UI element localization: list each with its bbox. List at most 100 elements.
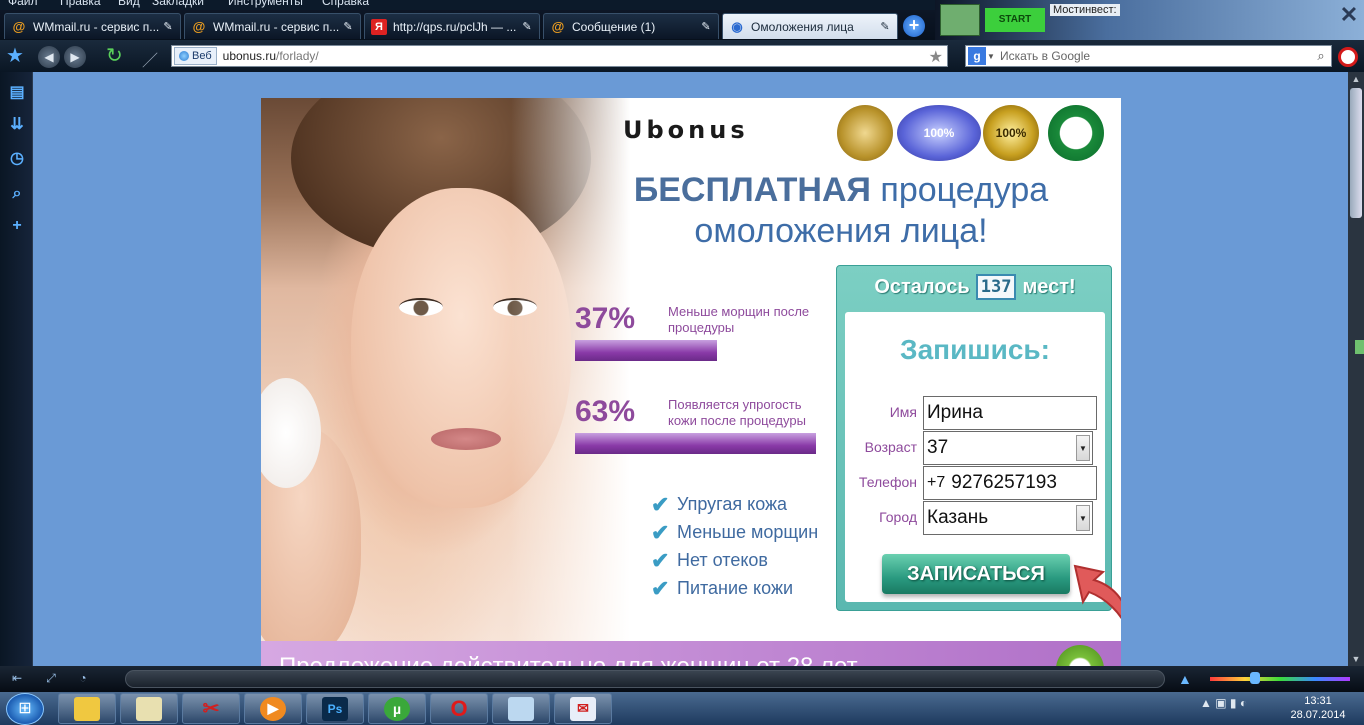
landing-page: Ubonus 100% 100% БЕСПЛАТНАЯ процедура ом… [261,98,1121,666]
search-icon[interactable]: ⌕ [7,184,27,204]
form-title: Запишись: [900,334,1050,365]
menu-file[interactable]: Файл [8,0,38,8]
taskbar-utorrent[interactable]: µ [368,693,426,724]
zoom-slider-knob[interactable] [1250,672,1260,684]
taskbar-photoshop[interactable]: Ps [306,693,364,724]
reload-icon[interactable]: ↻ [106,46,123,66]
name-input[interactable]: Ирина [923,396,1097,430]
taskbar-media[interactable]: ▶ [244,693,302,724]
media-player-icon: ▶ [260,696,286,721]
taskbar-notes[interactable] [492,693,550,724]
check-icon: ✔ [651,492,670,517]
tab-rejuvenation[interactable]: ◉ Омоложения лица ✎ [722,13,898,39]
start-button[interactable]: ⊞ [6,693,44,725]
scroll-down-icon[interactable]: ▼ [1348,652,1364,666]
pointer-arrow-icon [1073,564,1121,620]
age-select[interactable]: 37 ▼ [923,431,1093,465]
globe-icon [179,51,189,61]
close-tab-icon[interactable]: ✎ [700,20,712,33]
tab-label: Омоложения лица [751,19,854,34]
downloads-icon[interactable]: ⇊ [7,114,27,134]
city-row: Город Казань ▼ [845,501,1105,535]
check-icon: ✔ [651,520,670,545]
menu-bookmarks[interactable]: Закладки [152,0,204,8]
check-icon: ✔ [651,548,670,573]
tab-label: Сообщение (1) [572,19,656,34]
quality-guarantee-seal-icon: 100% [897,105,981,161]
extension-badge[interactable]: START [985,8,1045,32]
menu-help[interactable]: Справка [322,0,369,8]
phone-label: Телефон [858,474,917,490]
menu-edit[interactable]: Правка [60,0,101,8]
back-button[interactable]: ◀ [38,46,60,68]
city-select[interactable]: Казань ▼ [923,501,1093,535]
search-input[interactable]: Искать в Google [1000,49,1311,63]
add-panel-icon[interactable]: + [7,216,27,236]
tab-wmmail-2[interactable]: @ WMmail.ru - сервис п... ✎ [184,13,361,39]
taskbar-explorer[interactable] [58,693,116,724]
clock[interactable]: 13:31 28.07.2014 [1282,694,1354,722]
scroll-up-icon[interactable]: ▲ [1348,72,1364,86]
forward-button[interactable]: ▶ [64,46,86,68]
globe-icon: ◉ [731,18,743,34]
taskbar-libraries[interactable] [120,693,178,724]
email-at-icon: @ [551,19,565,34]
tab-wmmail-1[interactable]: @ WMmail.ru - сервис п... ✎ [4,13,181,39]
footer-text: Предложение действительно для женщин от … [279,653,858,666]
stat-percent: 37% [575,302,636,335]
menu-view[interactable]: Вид [118,0,140,8]
taskbar-snipping[interactable]: ✂ [182,693,240,724]
phone-input[interactable]: +7 9276257193 [923,466,1097,500]
phone-value: 9276257193 [951,472,1057,493]
google-icon: g [968,47,986,65]
network-icon[interactable]: ▲ [1178,671,1192,687]
wand-icon[interactable]: ／ [142,47,158,71]
taskbar-mail[interactable]: ✉ [554,693,612,724]
fit-page-icon[interactable]: ⤢ [42,671,60,687]
city-label: Город [879,509,917,525]
close-tab-icon[interactable]: ✎ [879,20,891,33]
email-at-icon: @ [12,19,26,34]
vertical-scrollbar[interactable]: ▲ ▼ [1348,72,1364,666]
scroll-thumb[interactable] [1350,88,1362,218]
tab-message[interactable]: @ Сообщение (1) ✎ [543,13,719,39]
close-tab-icon[interactable]: ✎ [342,20,354,33]
window-close-icon[interactable]: ✕ [1338,4,1360,26]
horizontal-scrollbar[interactable] [125,670,1165,688]
library-icon [136,696,162,721]
extension-thumbnail[interactable] [940,4,980,36]
system-tray[interactable]: ▲ ▣ ▮ ◐ [1200,696,1247,710]
name-row: Имя Ирина [845,396,1105,430]
new-tab-button[interactable]: + [903,15,925,37]
menu-tools[interactable]: Инструменты [228,0,303,8]
history-icon[interactable]: ◷ [7,148,27,168]
chevron-down-icon[interactable]: ▼ [1076,435,1090,461]
close-tab-icon[interactable]: ✎ [521,20,533,33]
taskbar-opera[interactable]: O [430,693,488,724]
search-icon[interactable]: ⌕ [1311,48,1331,64]
notes-icon[interactable]: ▤ [7,82,27,102]
search-box[interactable]: g ▼ Искать в Google ⌕ [965,45,1332,67]
list-item: ✔ Питание кожи [651,576,794,601]
tab-qps[interactable]: Я http://qps.ru/pclJh — ... ✎ [364,13,540,39]
chevron-down-icon[interactable]: ▼ [1076,505,1090,531]
address-bar[interactable]: Веб ubonus.ru/forlady/ ★ [171,45,948,67]
star-icon[interactable]: ★ [929,47,943,67]
side-panel-toggle[interactable] [1355,340,1364,354]
list-item: ✔ Меньше морщин [651,520,819,545]
url-text[interactable]: ubonus.ru/forlady/ [223,49,319,63]
opera-icon[interactable] [1338,47,1358,67]
signup-form: Запишись: Имя Ирина Возраст 37 ▼ Телефон… [845,312,1105,602]
chevron-down-icon[interactable]: ▼ [986,52,996,61]
photoshop-icon: Ps [322,696,348,721]
web-badge[interactable]: Веб [174,47,217,65]
submit-button[interactable]: ЗАПИСАТЬСЯ [882,554,1070,594]
zoom-slider[interactable] [1210,677,1350,681]
turbo-icon[interactable]: ◔ [74,671,92,687]
panel-toggle-icon[interactable]: ⇤ [8,671,26,687]
seats-counter: 137 [975,274,1017,300]
close-tab-icon[interactable]: ✎ [162,20,174,33]
stat-bar [575,340,717,361]
bookmark-star-icon[interactable]: ★ [6,46,24,66]
stat-percent: 63% [575,395,636,428]
